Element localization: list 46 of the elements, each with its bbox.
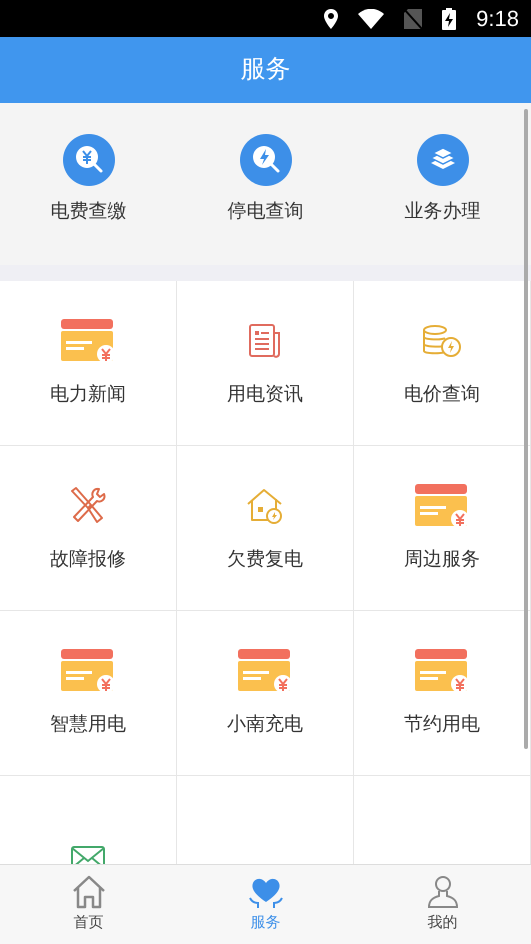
service-label: 小南充电 — [227, 712, 303, 737]
service-tile[interactable]: 智慧用电 — [0, 611, 177, 776]
service-label: 电费查缴 — [50, 200, 126, 224]
service-tile[interactable]: 小南充电 — [177, 611, 354, 776]
service-label: 业务办理 — [404, 200, 480, 224]
coins-icon — [421, 322, 463, 359]
service-shortcut[interactable]: 业务办理 — [354, 103, 531, 265]
nav-tab[interactable]: 首页 — [0, 865, 177, 944]
service-tile[interactable]: 电力新闻 — [0, 281, 177, 446]
service-tile[interactable]: 故障报修 — [0, 446, 177, 611]
tools-icon — [69, 486, 107, 526]
service-label: 电力新闻 — [50, 382, 126, 407]
card-icon — [61, 648, 115, 693]
service-tile[interactable]: 用电资讯 — [177, 281, 354, 446]
document-icon — [247, 322, 283, 359]
page-title: 服务 — [240, 54, 290, 86]
nav-label: 服务 — [250, 913, 280, 934]
home-icon — [70, 874, 106, 910]
nav-label: 首页 — [74, 913, 104, 934]
clock-time: 9:18 — [476, 5, 519, 33]
location-icon — [324, 8, 338, 28]
service-label: 故障报修 — [50, 548, 126, 572]
nav-label: 我的 — [428, 913, 458, 934]
envelope-icon — [71, 846, 105, 864]
card-icon — [61, 318, 115, 363]
service-label: 电价查询 — [404, 382, 480, 407]
battery-icon — [442, 8, 456, 30]
service-label: 周边服务 — [404, 548, 480, 572]
service-shortcut[interactable]: 停电查询 — [177, 103, 354, 265]
layers-icon — [416, 134, 468, 186]
service-label: 用电资讯 — [227, 382, 303, 407]
card-icon — [238, 648, 292, 693]
bolt-search-icon — [240, 134, 292, 186]
wifi-icon — [358, 8, 384, 28]
no-sim-icon — [404, 8, 422, 28]
card-icon — [415, 648, 469, 693]
service-tile[interactable]: 欠费复电 — [177, 446, 354, 611]
house-icon — [246, 486, 284, 525]
service-label: 欠费复电 — [227, 548, 303, 572]
yen-search-icon — [62, 134, 114, 186]
service-label: 停电查询 — [228, 200, 304, 224]
nav-tab[interactable]: 我的 — [354, 865, 531, 944]
service-label: 节约用电 — [404, 712, 480, 737]
service-label: 智慧用电 — [50, 712, 126, 737]
service-shortcut[interactable]: 电费查缴 — [0, 103, 177, 265]
card-icon — [415, 484, 469, 528]
